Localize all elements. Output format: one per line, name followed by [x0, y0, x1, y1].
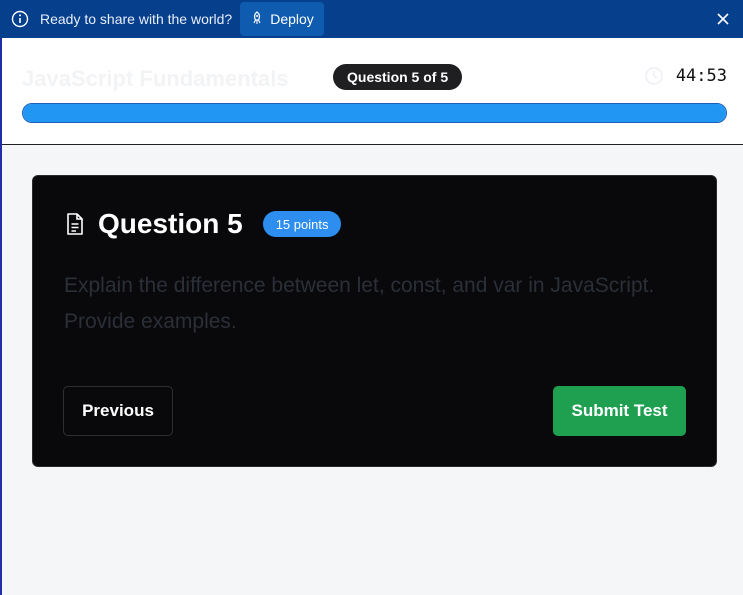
info-circle-icon [11, 10, 29, 28]
question-text: Explain the difference between let, cons… [64, 274, 655, 333]
previous-button[interactable]: Previous [63, 386, 173, 436]
deploy-button[interactable]: Deploy [240, 2, 324, 36]
document-icon [64, 212, 86, 236]
progress-fill [23, 104, 726, 122]
course-title: JavaScript Fundamentals [22, 66, 289, 91]
submit-test-button[interactable]: Submit Test [553, 386, 686, 436]
clock-icon [644, 66, 664, 86]
timer: 44:53 [644, 66, 727, 86]
deploy-label: Deploy [270, 11, 314, 27]
question-header: Question 5 15 points [64, 208, 342, 240]
deploy-banner: Ready to share with the world? Deploy [0, 0, 743, 38]
close-icon[interactable] [714, 10, 732, 28]
quiz-header: JavaScript Fundamentals Question 5 of 5 … [2, 38, 743, 145]
points-badge: 15 points [262, 211, 342, 237]
question-card: Question 5 15 points Explain the differe… [32, 175, 717, 467]
question-title: Question 5 [98, 208, 243, 239]
progress-bar [22, 103, 727, 123]
question-counter-badge: Question 5 of 5 [333, 64, 463, 90]
timer-value: 44:53 [675, 66, 727, 86]
rocket-icon [250, 10, 264, 28]
banner-message: Ready to share with the world? [40, 11, 233, 27]
